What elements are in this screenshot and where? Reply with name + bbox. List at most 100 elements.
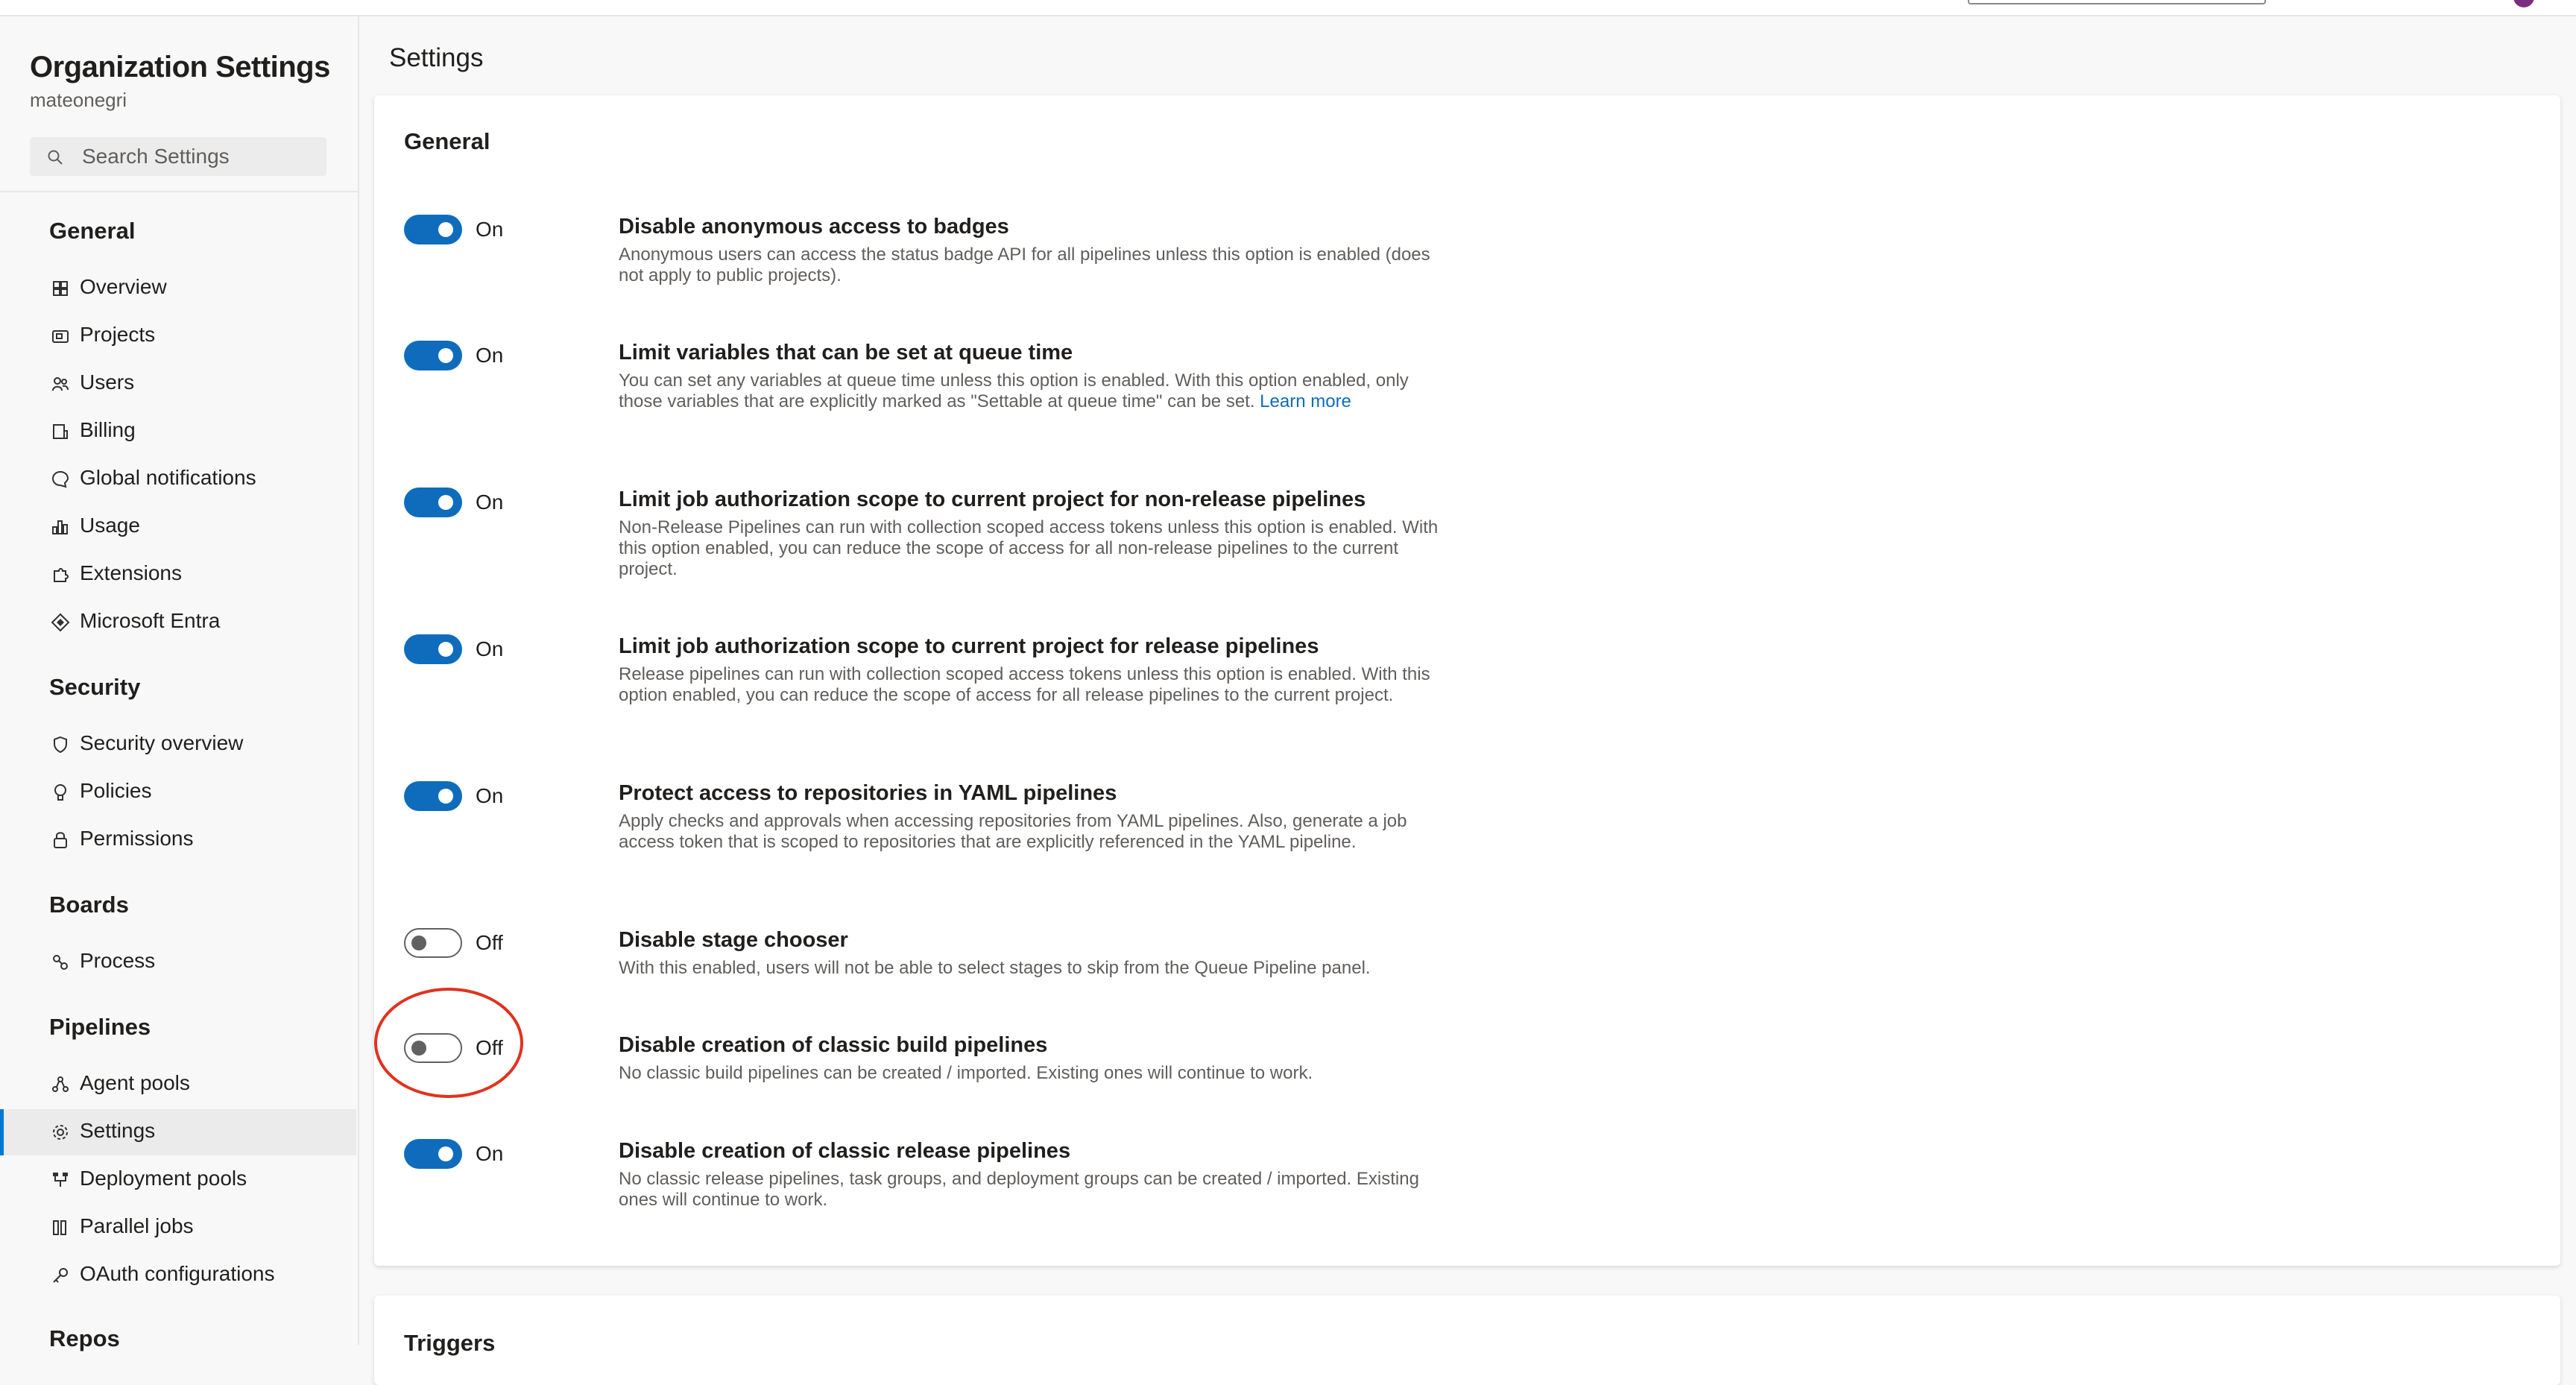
toggle-knob (438, 495, 453, 510)
sidebar-item-label: Settings (80, 1119, 156, 1142)
sidebar-item-extensions[interactable]: Extensions (0, 552, 356, 598)
gear-icon (53, 1125, 68, 1140)
sidebar-item-usage[interactable]: Usage (0, 504, 356, 550)
toggle-disable-classic-build[interactable] (404, 1033, 462, 1063)
toggle-limit-scope-release[interactable] (404, 634, 462, 664)
setting-description: Release pipelines can run with collectio… (619, 664, 1430, 705)
sidebar-item-label: OAuth configurations (80, 1262, 275, 1285)
sidebar-item-projects[interactable]: Projects (0, 313, 356, 359)
search-settings-input[interactable]: Search Settings (30, 137, 326, 176)
sidebar-item-label: Policies (80, 779, 152, 802)
sidebar-item-users[interactable]: Users (0, 361, 356, 407)
toggle-limit-scope-non-release[interactable] (404, 488, 462, 517)
toggle-state-label: On (476, 784, 504, 807)
toggle-knob (438, 1146, 453, 1161)
sidebar-item-label: Usage (80, 514, 140, 537)
setting-description: You can set any variables at queue time … (619, 370, 1439, 412)
learn-more-link[interactable]: Learn more (1260, 391, 1351, 411)
toggle-knob (438, 348, 453, 363)
setting-title: Disable anonymous access to badges (619, 215, 1009, 239)
process-icon (53, 955, 68, 970)
overview-icon (53, 281, 68, 296)
sidebar-item-oauth-configurations[interactable]: OAuth configurations (0, 1252, 356, 1299)
search-icon (48, 150, 63, 165)
section-header-general: General (49, 218, 136, 244)
toggle-state-label: On (476, 490, 504, 514)
policies-icon (54, 784, 66, 801)
sidebar-item-label: Extensions (80, 561, 182, 584)
toggle-disable-classic-release[interactable] (404, 1139, 462, 1169)
section-header-pipelines: Pipelines (49, 1014, 151, 1040)
billing-icon (53, 424, 68, 439)
sidebar-item-settings[interactable]: Settings (0, 1109, 356, 1155)
setting-description: No classic release pipelines, task group… (619, 1169, 1419, 1210)
sidebar-item-microsoft-entra[interactable]: Microsoft Entra (0, 599, 356, 646)
sidebar-item-label: Global notifications (80, 466, 256, 489)
sidebar-item-label: Security overview (80, 731, 244, 754)
setting-description: Anonymous users can access the status ba… (619, 244, 1430, 285)
setting-title: Disable stage chooser (619, 928, 848, 952)
card-title-general: General (404, 128, 490, 154)
sidebar-item-label: Deployment pools (80, 1167, 247, 1190)
search-placeholder: Search Settings (82, 145, 230, 168)
toggle-state-label: On (476, 1142, 504, 1165)
sidebar-item-label: Billing (80, 418, 136, 441)
entra-icon (51, 613, 70, 632)
setting-title: Limit job authorization scope to current… (619, 488, 1366, 511)
toggle-knob (411, 936, 426, 950)
sidebar-item-security-overview[interactable]: Security overview (0, 722, 356, 768)
deployment-pools-icon (53, 1173, 68, 1187)
toggle-state-label: Off (476, 1036, 503, 1059)
toggle-disable-stage-chooser[interactable] (404, 928, 462, 958)
toggle-state-label: On (476, 218, 504, 241)
triggers-card: Triggers (374, 1296, 2560, 1385)
sidebar-item-deployment-pools[interactable]: Deployment pools (0, 1157, 356, 1203)
sidebar-item-billing[interactable]: Billing (0, 408, 356, 455)
sidebar-item-label: Agent pools (80, 1071, 190, 1094)
toggle-disable-anonymous-badges[interactable] (404, 215, 462, 244)
avatar[interactable] (2513, 0, 2534, 7)
lock-icon (54, 832, 67, 848)
extensions-icon (54, 568, 69, 582)
org-settings-title: Organization Settings (30, 51, 330, 83)
users-icon (52, 377, 69, 391)
section-header-repos: Repos (49, 1325, 120, 1351)
sidebar-item-label: Process (80, 949, 156, 972)
agent-pools-icon (52, 1076, 69, 1092)
section-header-security: Security (49, 674, 141, 700)
sidebar: Organization Settings mateonegri Search … (0, 16, 359, 1351)
card-title-triggers: Triggers (404, 1330, 496, 1356)
usage-icon (52, 520, 68, 534)
sidebar-item-overview[interactable]: Overview (0, 265, 356, 312)
toggle-knob (411, 1041, 426, 1056)
toggle-state-label: On (476, 344, 504, 367)
key-icon (53, 1268, 68, 1283)
sidebar-item-parallel-jobs[interactable]: Parallel jobs (0, 1205, 356, 1251)
toggle-state-label: On (476, 637, 504, 660)
setting-title: Protect access to repositories in YAML p… (619, 781, 1117, 805)
toggle-protect-yaml-repos[interactable] (404, 781, 462, 811)
sidebar-item-agent-pools[interactable]: Agent pools (0, 1061, 356, 1108)
setting-description: With this enabled, users will not be abl… (619, 958, 1371, 978)
sidebar-item-policies[interactable]: Policies (0, 769, 356, 815)
top-search-input[interactable] (1968, 0, 2266, 4)
setting-description: No classic build pipelines can be create… (619, 1063, 1313, 1083)
shield-icon (54, 736, 67, 754)
sidebar-item-label: Overview (80, 275, 167, 298)
setting-title: Disable creation of classic release pipe… (619, 1139, 1071, 1163)
sidebar-item-global-notifications[interactable]: Global notifications (0, 456, 356, 502)
sidebar-item-permissions[interactable]: Permissions (0, 817, 356, 863)
projects-icon (52, 330, 69, 343)
setting-title: Limit variables that can be set at queue… (619, 341, 1073, 365)
org-name: mateonegri (30, 89, 127, 111)
sidebar-item-label: Microsoft Entra (80, 609, 221, 632)
setting-title: Limit job authorization scope to current… (619, 634, 1319, 658)
sidebar-item-label: Parallel jobs (80, 1214, 194, 1237)
sidebar-item-label: Permissions (80, 827, 194, 850)
toggle-limit-queue-variables[interactable] (404, 341, 462, 370)
sidebar-item-label: Projects (80, 323, 156, 346)
sidebar-divider (0, 191, 358, 192)
sidebar-item-process[interactable]: Process (0, 939, 356, 985)
setting-description: Apply checks and approvals when accessin… (619, 811, 1407, 852)
toggle-state-label: Off (476, 931, 503, 954)
